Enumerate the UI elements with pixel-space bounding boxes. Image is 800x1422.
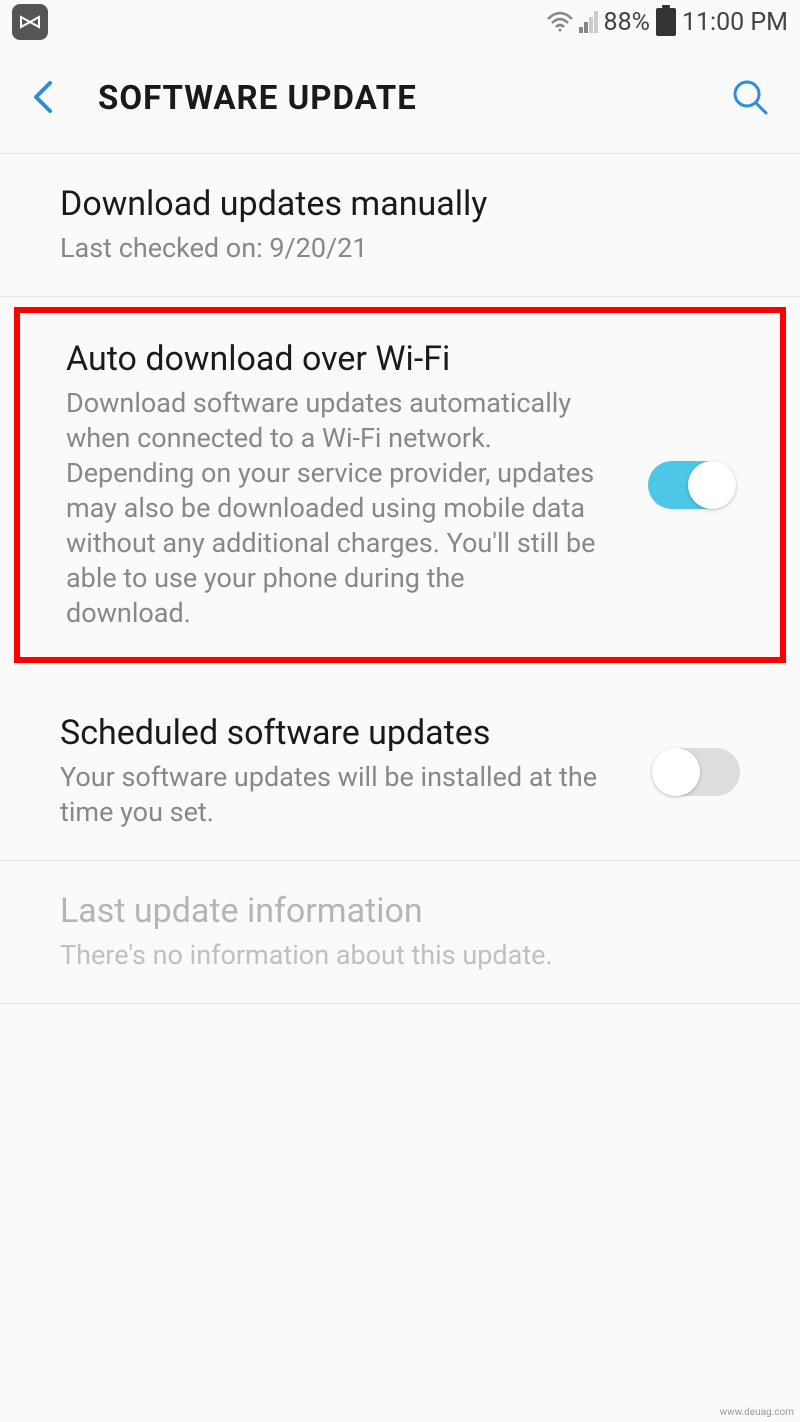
signal-icon (579, 11, 598, 33)
auto-download-wifi-title: Auto download over Wi-Fi (66, 339, 628, 380)
last-update-info-title: Last update information (60, 891, 720, 932)
watermark: www.deuag.com (720, 1407, 794, 1418)
last-update-info-row[interactable]: Last update information There's no infor… (0, 861, 800, 1004)
download-manually-subtitle: Last checked on: 9/20/21 (60, 231, 720, 266)
scheduled-updates-row[interactable]: Scheduled software updates Your software… (0, 683, 800, 861)
status-right: 88% 11:00 PM (547, 8, 788, 37)
clock-time: 11:00 PM (682, 8, 788, 37)
auto-download-wifi-row[interactable]: Auto download over Wi-Fi Download softwa… (14, 307, 786, 663)
battery-percent: 88% (604, 8, 650, 37)
app-header: SOFTWARE UPDATE (0, 44, 800, 154)
last-update-info-subtitle: There's no information about this update… (60, 938, 720, 973)
back-button[interactable] (30, 77, 58, 121)
capcut-app-icon (12, 4, 48, 40)
scheduled-updates-toggle[interactable] (654, 748, 740, 796)
search-button[interactable] (730, 77, 770, 121)
status-bar: 88% 11:00 PM (0, 0, 800, 44)
battery-icon (656, 8, 676, 36)
scheduled-updates-title: Scheduled software updates (60, 713, 634, 754)
page-title: SOFTWARE UPDATE (98, 79, 730, 118)
settings-list: Download updates manually Last checked o… (0, 154, 800, 1004)
download-manually-title: Download updates manually (60, 184, 720, 225)
scheduled-updates-subtitle: Your software updates will be installed … (60, 760, 634, 830)
download-manually-row[interactable]: Download updates manually Last checked o… (0, 154, 800, 297)
auto-download-wifi-subtitle: Download software updates automatically … (66, 386, 596, 632)
auto-download-wifi-toggle[interactable] (648, 461, 734, 509)
status-left (12, 4, 48, 40)
wifi-icon (547, 11, 573, 33)
